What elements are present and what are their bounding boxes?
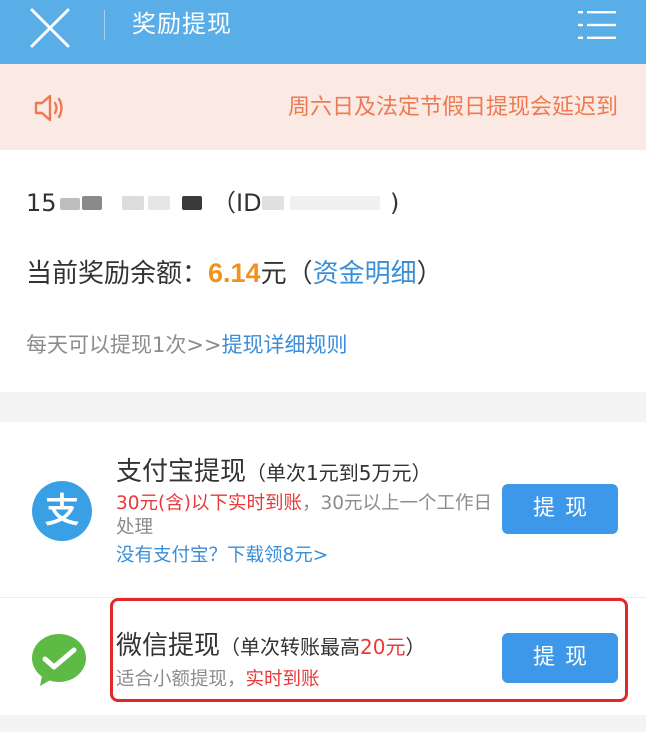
menu-button[interactable]: [576, 8, 618, 42]
wechat-note-prefix: （单次转账最高: [220, 635, 361, 659]
redacted-block: [290, 196, 380, 210]
bottom-strip: [0, 715, 646, 732]
alipay-title-note: （单次1元到5万元）: [246, 461, 432, 485]
account-id-label: （ID: [212, 189, 262, 217]
list-menu-icon: [578, 11, 616, 39]
wechat-desc-red: 实时到账: [245, 669, 320, 690]
redacted-block: [60, 198, 80, 210]
redacted-block: [262, 196, 284, 210]
alipay-download-link[interactable]: 没有支付宝？下载领8元>: [116, 543, 328, 569]
account-info: 15 （ID ) 当前奖励余额：6.14元（资金明细） 每天可以提现1次>>提现…: [0, 150, 646, 392]
wechat-note-limit: 20元: [360, 635, 406, 659]
alipay-logo-text: 支: [45, 491, 79, 531]
page-title: 奖励提现: [132, 10, 232, 38]
redacted-block: [82, 196, 102, 210]
alipay-icon: 支: [32, 481, 92, 541]
redacted-block: [148, 196, 170, 210]
wechat-note-suffix: ）: [405, 635, 426, 659]
wechat-withdraw-button[interactable]: 提现: [502, 633, 618, 683]
close-button[interactable]: [28, 6, 72, 50]
withdraw-options: 支 支付宝提现（单次1元到5万元） 30元(含)以下实时到账，30元以上一个工作…: [0, 422, 646, 715]
wechat-description: 适合小额提现，实时到账: [116, 668, 496, 692]
alipay-title-text: 支付宝提现: [116, 457, 247, 487]
close-icon: [30, 8, 70, 48]
account-suffix: ): [390, 189, 400, 217]
redacted-block: [182, 196, 202, 210]
top-bar: 奖励提现: [0, 0, 646, 64]
header-divider: [104, 10, 105, 40]
balance-line: 当前奖励余额：6.14元（资金明细）: [26, 254, 443, 293]
wechat-title-note: （单次转账最高20元）: [220, 635, 425, 659]
balance-label: 当前奖励余额：: [26, 259, 209, 289]
speaker-icon: [34, 94, 63, 122]
wechat-desc-gray: 适合小额提现，: [116, 669, 246, 690]
balance-unit: 元（: [260, 259, 313, 289]
rules-text: 每天可以提现1次>>: [26, 333, 222, 357]
account-number-visible: 15: [26, 189, 57, 217]
notice-bar: 周六日及法定节假日提现会延迟到: [0, 64, 646, 150]
alipay-realtime-note: 30元(含)以下实时到账: [116, 493, 302, 514]
alipay-title: 支付宝提现（单次1元到5万元）: [116, 454, 431, 491]
wechat-icon: [32, 634, 86, 686]
redacted-block: [122, 196, 144, 210]
notice-text: 周六日及法定节假日提现会延迟到: [287, 95, 618, 120]
balance-close: ）: [416, 259, 443, 289]
fund-details-link[interactable]: 资金明细: [313, 259, 417, 289]
alipay-description: 30元(含)以下实时到账，30元以上一个工作日处理: [116, 492, 496, 540]
balance-amount: 6.14: [208, 258, 261, 288]
rules-link[interactable]: 提现详细规则: [222, 333, 348, 357]
wechat-title: 微信提现（单次转账最高20元）: [116, 628, 425, 665]
alipay-withdraw-button[interactable]: 提现: [502, 484, 618, 534]
withdraw-screen: 奖励提现 周六日及法定节假日提现会延迟到 15 （ID) 当前奖励余额：6.1…: [0, 0, 646, 732]
rules-line: 每天可以提现1次>>提现详细规则: [26, 330, 348, 360]
option-divider: [0, 597, 646, 598]
wechat-title-text: 微信提现: [116, 631, 221, 661]
